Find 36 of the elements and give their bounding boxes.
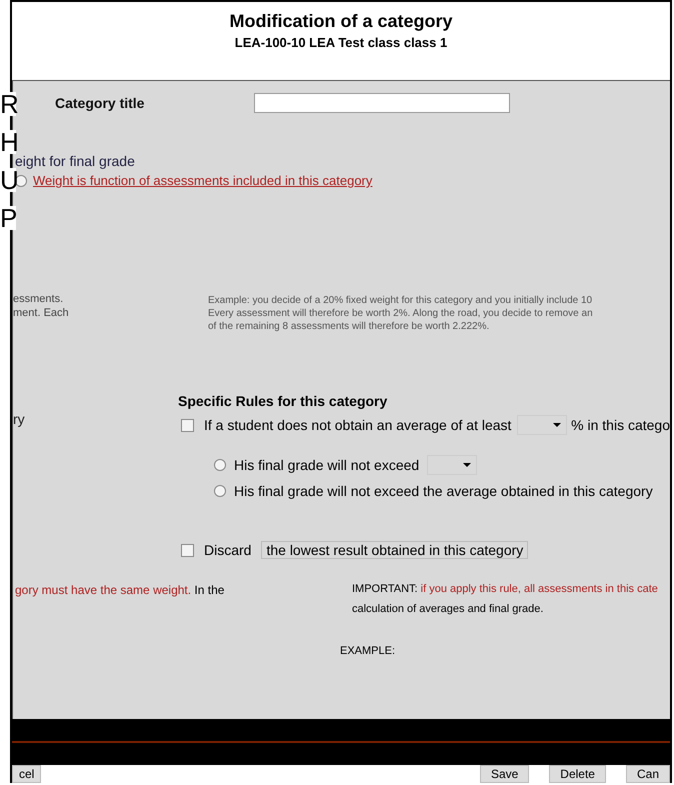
- dialog-button[interactable]: Delete: [549, 765, 606, 783]
- note-text: EXAMPLE:: [340, 645, 396, 657]
- background-letter: H: [0, 130, 16, 154]
- radio-button[interactable]: [214, 485, 226, 497]
- checkbox[interactable]: [181, 544, 194, 556]
- section-heading: Specific Rules for this category: [178, 393, 388, 409]
- dialog-button[interactable]: cel: [12, 765, 42, 783]
- help-text: Every assessment will therefore be worth 2%. Along the road, you decide to remove an: [208, 307, 594, 320]
- radio-button[interactable]: [214, 459, 226, 471]
- checkbox[interactable]: [181, 418, 194, 432]
- background-letter: R: [0, 92, 16, 116]
- dialog-title: Modification of a category: [228, 11, 454, 32]
- note-text: calculation of averages and final grade.: [352, 603, 544, 615]
- dialog-subtitle: LEA-100-10 LEA Test class class 1: [234, 35, 448, 50]
- help-text: essments.: [13, 292, 64, 306]
- rule-label: % in this catego: [571, 417, 670, 433]
- field-label: eight for final grade: [14, 153, 136, 169]
- category-title-field[interactable]: [254, 93, 510, 113]
- background-letter: P: [0, 206, 16, 230]
- note-text: IMPORTANT: if you apply this rule, all assessments in this cate: [352, 583, 659, 595]
- option-label: His final grade will not exceed the average obtained in this category: [234, 483, 653, 499]
- help-text: of the remaining 8 assessments will therefore be worth 2.222%.: [208, 320, 490, 333]
- field-label: ry: [13, 412, 26, 426]
- background-letter: U: [0, 168, 16, 192]
- option-label: His final grade will not exceed: [234, 457, 420, 473]
- dialog-button[interactable]: Can: [626, 765, 670, 783]
- option-label: Weight is function of assessments included in this category: [33, 173, 372, 188]
- rule-label: If a student does not obtain an average of at least: [204, 417, 512, 433]
- note-text: gory must have the same weight. In the: [14, 583, 224, 599]
- radio-button[interactable]: [15, 174, 27, 186]
- help-text: Example: you decide of a 20% fixed weight for this category and you initially include 10: [208, 294, 594, 307]
- discard-dropdown[interactable]: the lowest result obtained in this category: [261, 541, 528, 559]
- dialog-button[interactable]: Save: [480, 765, 530, 783]
- field-label: Category title: [55, 95, 144, 111]
- rule-label: Discard: [204, 542, 252, 558]
- help-text: ment. Each: [13, 306, 70, 320]
